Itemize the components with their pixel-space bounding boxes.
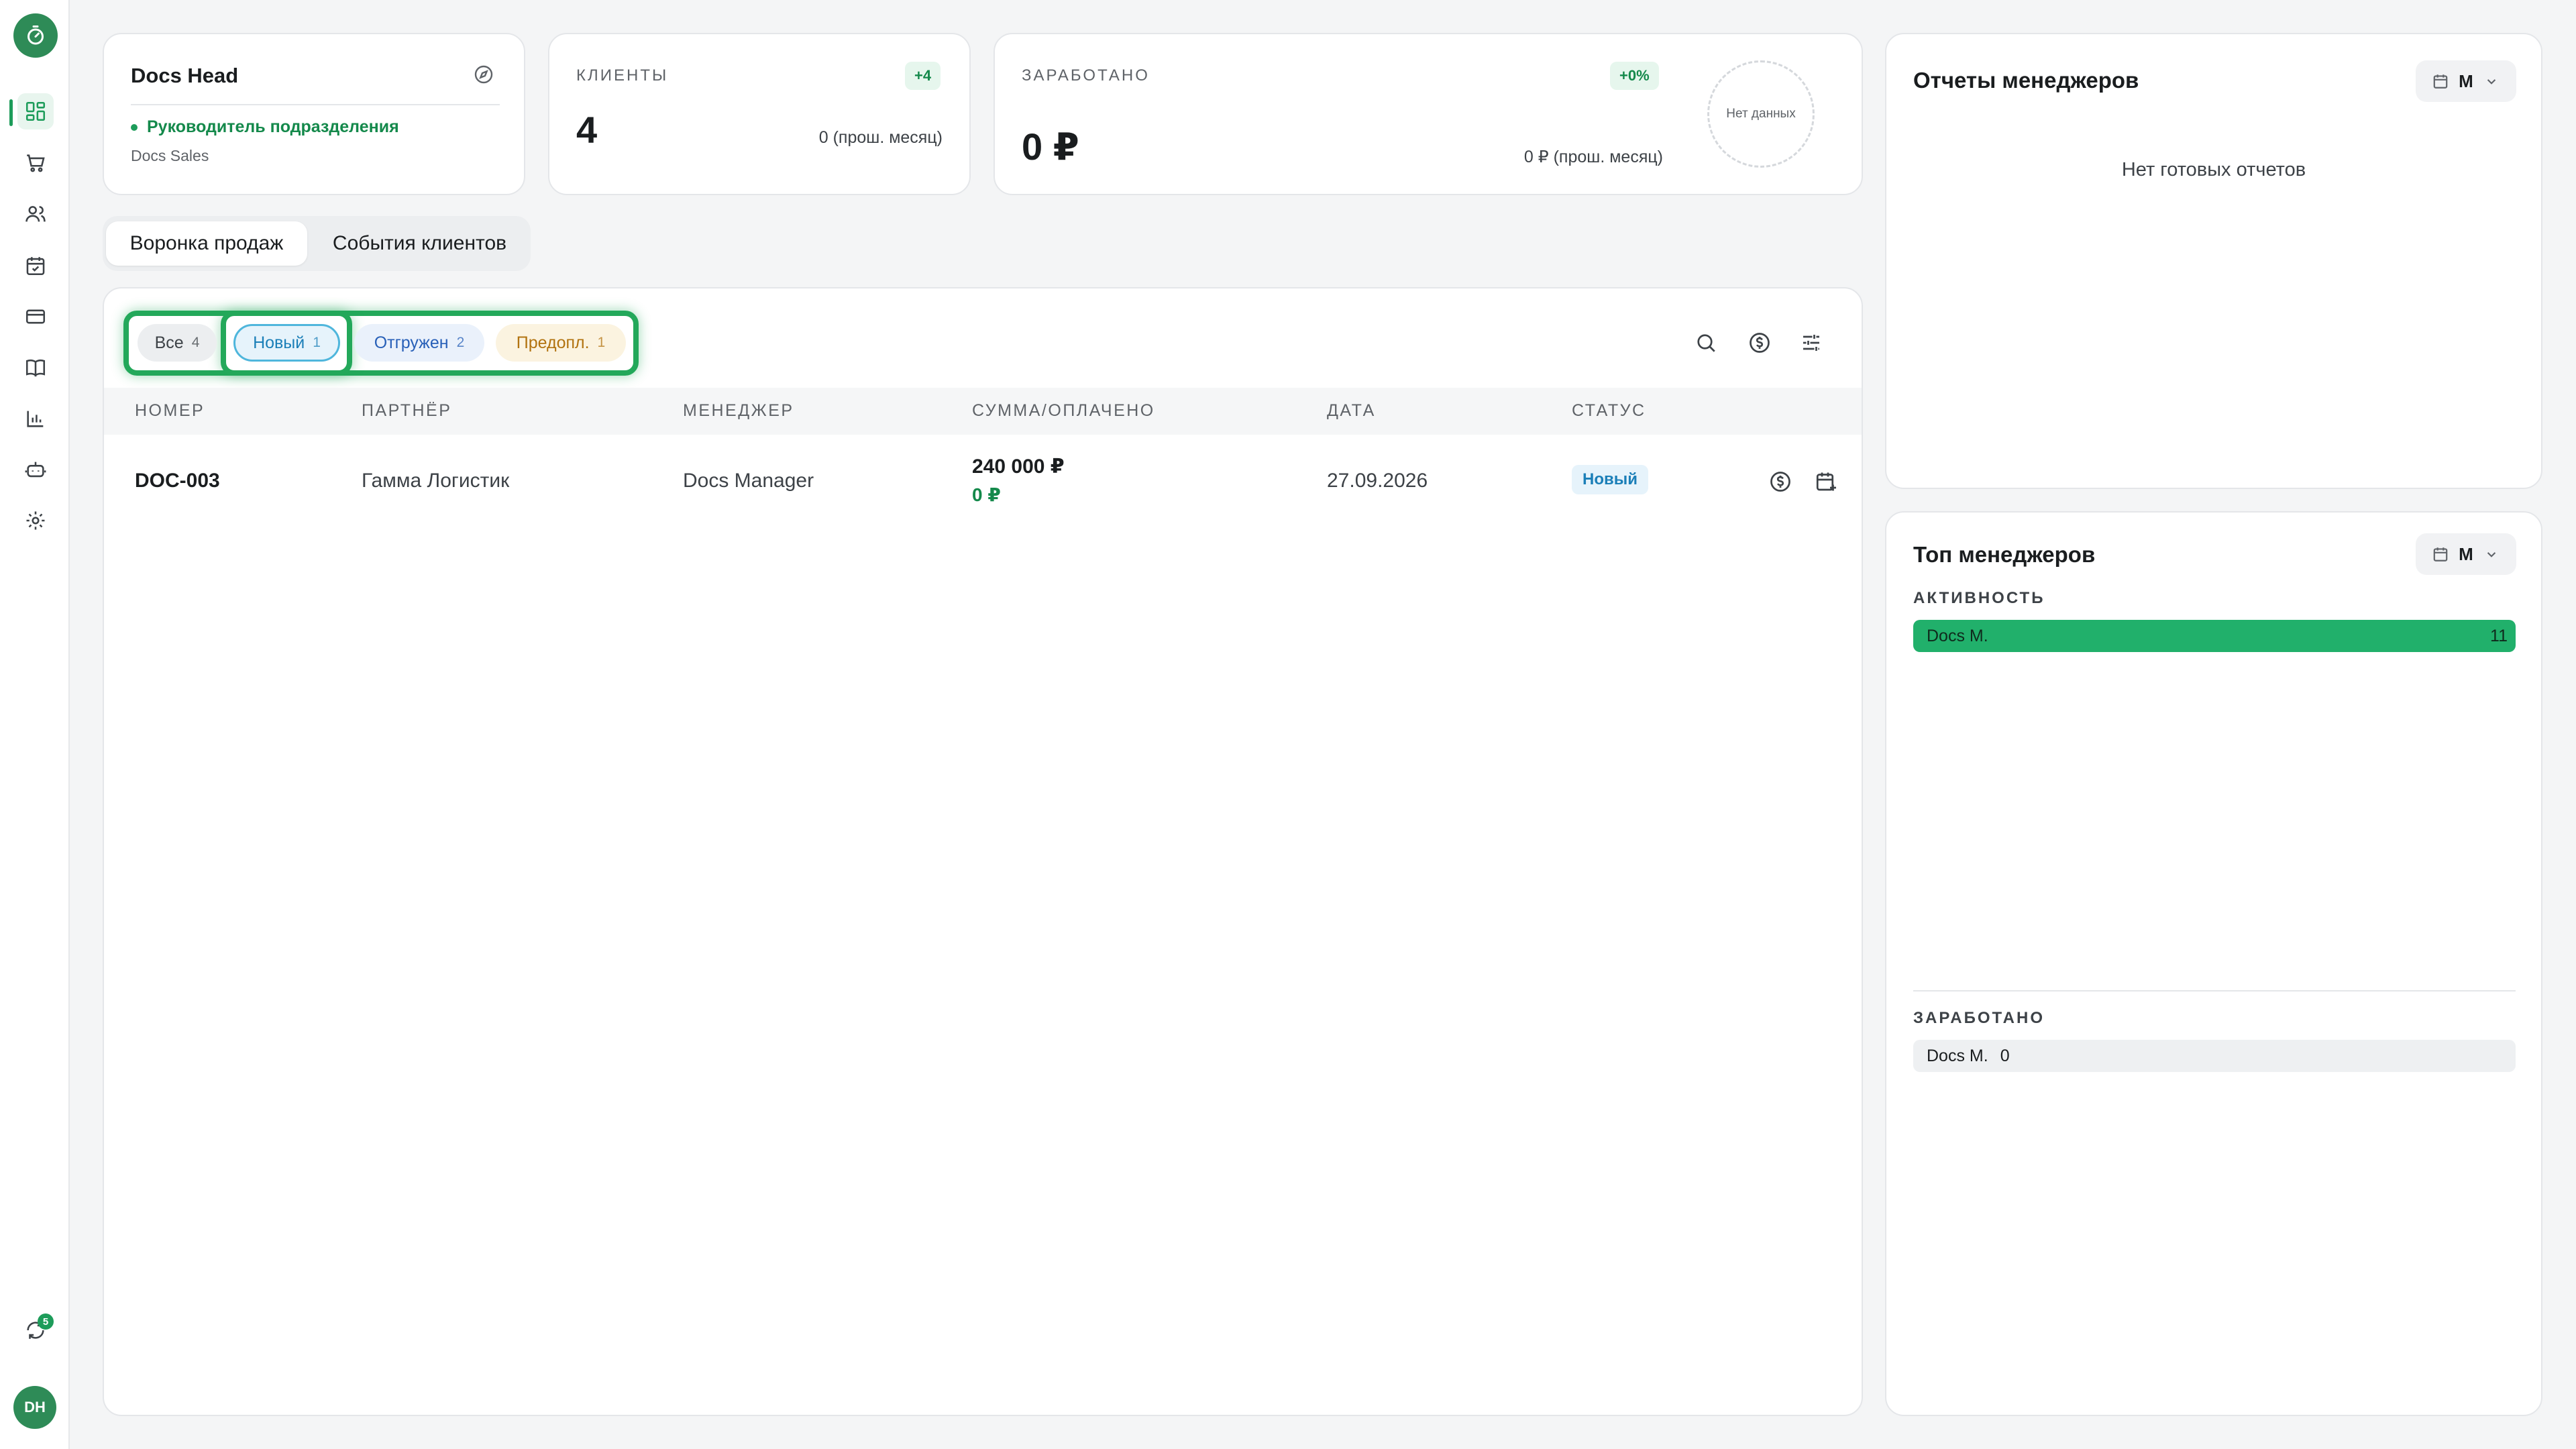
filter-prepaid-count: 1 (597, 335, 606, 350)
profile-department: Docs Sales (131, 147, 209, 164)
filter-all-count: 4 (191, 335, 200, 350)
user-avatar[interactable]: DH (13, 1386, 56, 1429)
activity-manager-value: 11 (2490, 627, 2508, 645)
filter-all-label: Все (154, 333, 184, 352)
currency-filter-icon[interactable] (1745, 328, 1774, 358)
compass-icon[interactable] (473, 64, 494, 85)
reports-empty-text: Нет готовых отчетов (2121, 159, 2306, 180)
divider (131, 104, 500, 105)
row-payment-icon[interactable] (1766, 467, 1795, 496)
activity-bar-track: Docs M. 11 (1913, 620, 2516, 652)
calendar-icon (2433, 547, 2448, 561)
earned-bar-row: Docs M. 0 (1913, 1040, 2516, 1072)
nav-calendar-icon[interactable] (17, 248, 54, 284)
top-title: Топ менеджеров (1913, 542, 2096, 567)
earned-previous: 0 ₽ (прош. месяц) (1523, 148, 1663, 166)
filter-prepaid-label: Предопл. (516, 333, 590, 352)
th-partner: ПАРТНЁР (362, 401, 452, 420)
profile-role: Руководитель подразделения (131, 117, 399, 137)
calendar-icon (2433, 74, 2448, 89)
th-manager: МЕНЕДЖЕР (683, 401, 794, 420)
row-sum: 240 000 ₽ (972, 455, 1065, 478)
row-calendar-add-icon[interactable] (1811, 467, 1841, 496)
profile-name: Docs Head (131, 64, 239, 87)
nav-card-icon[interactable] (17, 299, 54, 335)
th-date: ДАТА (1327, 401, 1376, 420)
clients-card: КЛИЕНТЫ +4 4 0 (прош. месяц) (548, 33, 971, 195)
sidebar: 5 DH (0, 0, 70, 1449)
search-icon[interactable] (1691, 328, 1721, 358)
sync-count-badge: 5 (38, 1313, 54, 1330)
filter-new-count: 1 (313, 335, 321, 350)
th-number: НОМЕР (135, 401, 205, 420)
tab-client-events[interactable]: События клиентов (314, 221, 525, 266)
status-badge: Новый (1572, 465, 1648, 494)
activity-bar-fill (1913, 620, 2516, 652)
reports-card: Отчеты менеджеров М Нет готовых отчетов (1885, 33, 2542, 489)
tab-sales-funnel[interactable]: Воронка продаж (106, 221, 307, 266)
clients-delta-badge: +4 (905, 62, 941, 90)
clients-previous: 0 (прош. месяц) (818, 128, 943, 147)
th-status: СТАТУС (1572, 401, 1646, 420)
nav-active-indicator (9, 99, 13, 126)
reports-period-label: М (2459, 70, 2473, 91)
clients-value: 4 (576, 109, 598, 151)
filter-new[interactable]: Новый 1 (233, 324, 340, 362)
row-partner: Гамма Логистик (362, 470, 510, 492)
earned-manager-name: Docs M. (1927, 1046, 1988, 1065)
top-period-label: М (2459, 543, 2473, 564)
clients-label: КЛИЕНТЫ (576, 66, 669, 85)
nav-settings-icon[interactable] (17, 502, 54, 539)
chevron-down-icon (2487, 79, 2496, 85)
earned-delta-badge: +0% (1610, 62, 1659, 90)
table-row[interactable]: DOC-003 Гамма Логистик Docs Manager 240 … (104, 436, 1862, 527)
row-date: 27.09.2026 (1327, 470, 1428, 492)
nav-cart-icon[interactable] (17, 145, 54, 181)
top-period-button[interactable]: М (2416, 533, 2516, 575)
nav-chart-icon[interactable] (17, 400, 54, 437)
top-managers-card: Топ менеджеров М АКТИВНОСТЬ Docs M. 11 З… (1885, 511, 2542, 1416)
view-tabs: Воронка продаж События клиентов (103, 216, 531, 271)
earned-value: 0 ₽ (1022, 125, 1079, 168)
divider (1913, 990, 2516, 991)
earned-manager-value: 0 (2000, 1046, 2010, 1065)
filter-prepaid[interactable]: Предопл. 1 (496, 324, 626, 362)
th-sum-paid: СУММА/ОПЛАЧЕНО (972, 401, 1155, 420)
activity-label: АКТИВНОСТЬ (1913, 589, 2045, 607)
profile-card: Docs Head Руководитель подразделения Doc… (103, 33, 525, 195)
earned-card: ЗАРАБОТАНО +0% 0 ₽ 0 ₽ (прош. месяц) Нет… (994, 33, 1863, 195)
filters-settings-icon[interactable] (1796, 328, 1826, 358)
logo-stopwatch-icon[interactable] (13, 13, 58, 58)
filter-shipped-label: Отгружен (374, 333, 449, 352)
activity-manager-name: Docs M. (1927, 627, 1988, 645)
filter-all[interactable]: Все 4 (138, 324, 217, 362)
earned-donut-placeholder: Нет данных (1707, 60, 1815, 168)
row-manager: Docs Manager (683, 470, 814, 492)
filter-shipped-count: 2 (456, 335, 465, 350)
chevron-down-icon (2487, 552, 2496, 557)
top-earned-label: ЗАРАБОТАНО (1913, 1009, 2045, 1027)
nav-dashboard-icon[interactable] (17, 93, 54, 129)
nav-book-icon[interactable] (17, 350, 54, 386)
row-number: DOC-003 (135, 470, 220, 492)
row-paid: 0 ₽ (972, 484, 1001, 505)
nav-robot-icon[interactable] (17, 451, 54, 488)
reports-title: Отчеты менеджеров (1913, 68, 2139, 93)
reports-period-button[interactable]: М (2416, 60, 2516, 102)
role-dot-icon (131, 123, 138, 131)
profile-role-text: Руководитель подразделения (147, 117, 399, 136)
filter-shipped[interactable]: Отгружен 2 (354, 324, 484, 362)
nav-users-icon[interactable] (17, 196, 54, 232)
earned-label: ЗАРАБОТАНО (1022, 66, 1150, 85)
filter-new-label: Новый (253, 333, 305, 352)
